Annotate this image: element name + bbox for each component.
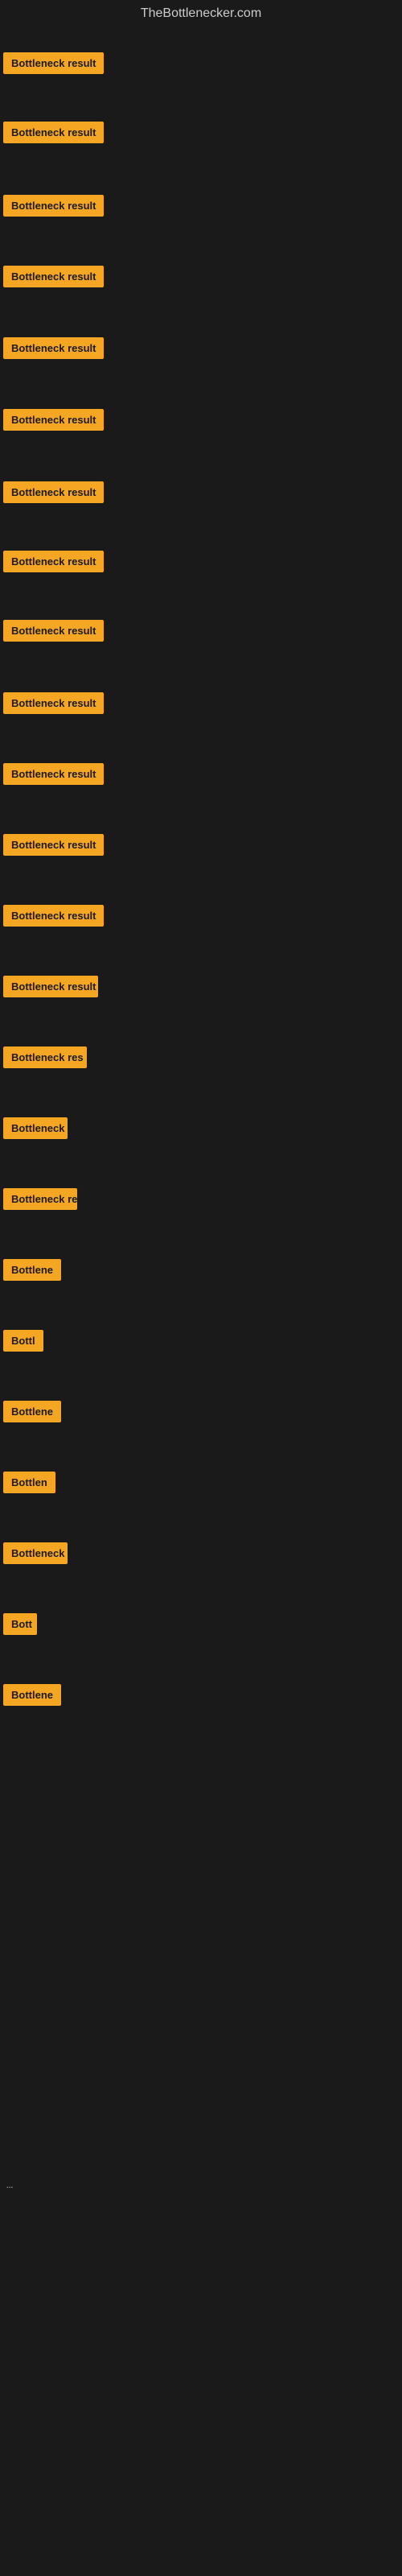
bottleneck-row: Bottlene (0, 1259, 402, 1286)
bottleneck-result-badge[interactable]: ... (3, 2180, 14, 2192)
bottleneck-row: Bottleneck (0, 1542, 402, 1570)
bottleneck-result-badge[interactable]: Bottleneck res (3, 1046, 87, 1068)
bottleneck-row: Bottleneck (0, 1117, 402, 1145)
site-title: TheBottlenecker.com (0, 0, 402, 31)
bottleneck-result-badge[interactable]: Bottleneck result (3, 337, 104, 359)
bottleneck-row: Bottleneck result (0, 195, 402, 222)
bottleneck-row: Bottlene (0, 1684, 402, 1711)
bottleneck-result-badge[interactable]: Bottl (3, 1330, 43, 1352)
bottleneck-result-badge[interactable]: Bottleneck (3, 1117, 68, 1139)
bottleneck-result-badge[interactable]: Bottleneck result (3, 905, 104, 927)
bottleneck-result-badge[interactable]: Bottleneck result (3, 834, 104, 856)
bottleneck-result-badge[interactable]: Bottleneck result (3, 551, 104, 572)
bottleneck-result-badge[interactable]: Bottleneck re (3, 1188, 77, 1210)
bottleneck-row: Bottleneck result (0, 763, 402, 791)
bottleneck-result-badge[interactable]: Bottlen (3, 1472, 55, 1493)
bottleneck-result-badge[interactable]: Bottlene (3, 1259, 61, 1281)
bottleneck-result-badge[interactable]: Bottleneck result (3, 122, 104, 143)
bottleneck-row: Bottleneck result (0, 620, 402, 647)
bottleneck-result-badge[interactable]: Bottlene (3, 1684, 61, 1706)
bottleneck-row: Bottl (0, 1330, 402, 1357)
bottleneck-result-badge[interactable]: Bottleneck result (3, 692, 104, 714)
bottleneck-row: Bottlene (0, 1401, 402, 1428)
bottleneck-row: Bottleneck result (0, 834, 402, 861)
bottleneck-result-badge[interactable]: Bottleneck result (3, 266, 104, 287)
site-header: TheBottlenecker.com (0, 0, 402, 31)
bottleneck-result-badge[interactable]: Bottleneck result (3, 52, 104, 74)
bottleneck-result-badge[interactable]: Bottleneck result (3, 763, 104, 785)
bottleneck-row: Bottleneck res (0, 1046, 402, 1074)
bottleneck-row: Bottleneck result (0, 551, 402, 578)
bottleneck-row: Bottleneck result (0, 52, 402, 80)
bottleneck-row: Bottleneck result (0, 122, 402, 149)
bottleneck-result-badge[interactable]: Bottleneck (3, 1542, 68, 1564)
bottleneck-row: Bott (0, 1613, 402, 1641)
bottleneck-row: Bottleneck result (0, 905, 402, 932)
bottleneck-row: Bottlen (0, 1472, 402, 1499)
bottleneck-row: Bottleneck result (0, 337, 402, 365)
bottleneck-row: Bottleneck re (0, 1188, 402, 1216)
bottleneck-row: Bottleneck result (0, 481, 402, 509)
bottleneck-result-badge[interactable]: Bottlene (3, 1401, 61, 1422)
bottleneck-result-badge[interactable]: Bott (3, 1613, 37, 1635)
bottleneck-result-badge[interactable]: Bottleneck result (3, 620, 104, 642)
bottleneck-result-badge[interactable]: Bottleneck result (3, 409, 104, 431)
bottleneck-row: Bottleneck result (0, 976, 402, 1003)
bottleneck-row: Bottleneck result (0, 692, 402, 720)
bottleneck-result-badge[interactable]: Bottleneck result (3, 481, 104, 503)
bottleneck-row: Bottleneck result (0, 266, 402, 293)
bottleneck-result-badge[interactable]: Bottleneck result (3, 195, 104, 217)
bottleneck-row: ... (0, 2180, 402, 2198)
bottleneck-row: Bottleneck result (0, 409, 402, 436)
bottleneck-result-badge[interactable]: Bottleneck result (3, 976, 98, 997)
